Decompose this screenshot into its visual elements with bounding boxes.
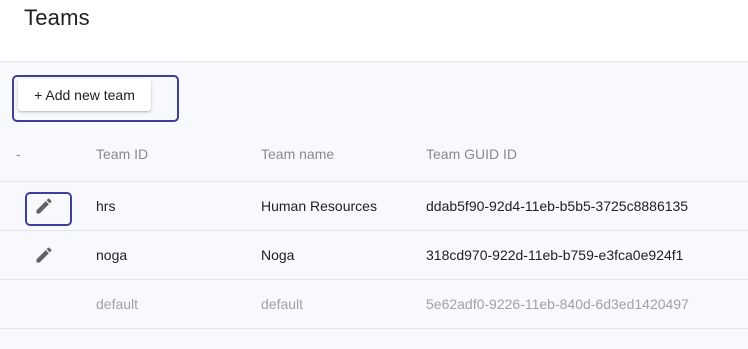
- table-row: hrs Human Resources ddab5f90-92d4-11eb-b…: [0, 182, 748, 231]
- teams-table: - Team ID Team name Team GUID ID hrs Hum…: [0, 126, 748, 329]
- column-header-team-name: Team name: [261, 145, 335, 162]
- team-id-cell: noga: [96, 247, 128, 263]
- table-header-row: - Team ID Team name Team GUID ID: [0, 126, 748, 182]
- team-guid-cell: 318cd970-922d-11eb-b759-e3fca0e924f1: [426, 247, 684, 263]
- team-id-cell: default: [96, 296, 139, 312]
- page-title: Teams: [24, 5, 90, 30]
- table-row: default default 5e62adf0-9226-11eb-840d-…: [0, 280, 748, 329]
- add-new-team-button[interactable]: + Add new team: [18, 79, 151, 111]
- team-guid-cell: 5e62adf0-9226-11eb-840d-6d3ed1420497: [426, 296, 689, 312]
- team-name-cell: default: [261, 296, 304, 312]
- page-header: Teams: [0, 0, 748, 62]
- team-name-cell: Noga: [261, 247, 295, 263]
- team-id-cell: hrs: [96, 198, 116, 214]
- team-name-cell: Human Resources: [261, 198, 377, 214]
- pencil-icon: [36, 247, 52, 263]
- team-guid-cell: ddab5f90-92d4-11eb-b5b5-3725c8886135: [426, 198, 689, 214]
- edit-team-button[interactable]: [28, 239, 60, 271]
- column-header-actions: -: [16, 145, 21, 162]
- table-row: noga Noga 318cd970-922d-11eb-b759-e3fca0…: [0, 231, 748, 280]
- column-header-team-guid: Team GUID ID: [426, 145, 518, 162]
- edit-team-button[interactable]: [28, 190, 60, 222]
- pencil-icon: [36, 198, 52, 214]
- column-header-team-id: Team ID: [96, 145, 149, 162]
- main-content: + Add new team - Team ID Team name Team …: [0, 62, 748, 349]
